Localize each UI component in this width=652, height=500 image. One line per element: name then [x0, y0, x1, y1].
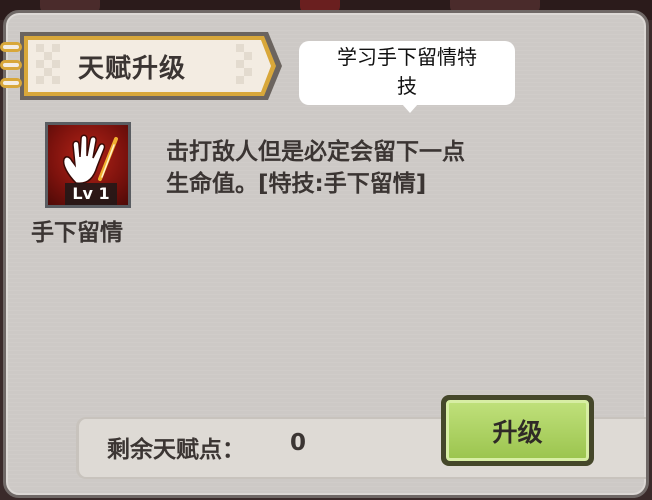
- skill-description-line2: 生命值。[特技:手下留情]: [166, 171, 427, 197]
- dialog-title: 天赋升级: [78, 54, 187, 84]
- binder-ring-icon: [0, 78, 22, 88]
- skill-description-line1: 击打敌人但是必定会留下一点: [166, 139, 465, 165]
- binder-ring-icon: [0, 42, 22, 52]
- upgrade-button-label: 升级: [446, 400, 589, 461]
- talent-points-value: 0: [290, 430, 307, 456]
- tooltip-bubble: 学习手下留情特 技: [299, 41, 515, 105]
- binder-ring-icon: [0, 60, 22, 70]
- skill-level-badge: Lv 1: [65, 183, 117, 205]
- upgrade-button[interactable]: 升级: [441, 395, 594, 466]
- skill-name: 手下留情: [31, 220, 123, 246]
- open-hand-icon: [62, 134, 118, 185]
- tooltip-text-line2: 技: [397, 74, 417, 98]
- tooltip-tail: [402, 104, 418, 113]
- skill-icon-slot[interactable]: Lv 1: [45, 122, 131, 208]
- talent-points-label: 剩余天赋点：: [107, 437, 245, 463]
- skill-description: 击打敌人但是必定会留下一点 生命值。[特技:手下留情]: [166, 136, 586, 200]
- tooltip-text-line1: 学习手下留情特: [337, 45, 477, 69]
